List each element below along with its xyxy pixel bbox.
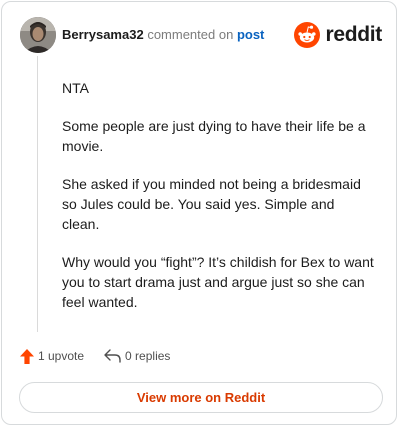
comment-header: Berrysama32 commented on post reddit bbox=[20, 17, 382, 53]
reddit-snoo-icon bbox=[294, 22, 321, 48]
comment-paragraph: Some people are just dying to have their… bbox=[62, 118, 366, 154]
reply-arrow-icon bbox=[104, 349, 121, 363]
user-avatar-icon bbox=[20, 17, 56, 53]
comment-footer: 1 upvote 0 replies bbox=[20, 346, 170, 366]
reddit-wordmark: reddit bbox=[325, 23, 382, 46]
comment-body: NTA Some people are just dying to have t… bbox=[62, 78, 374, 330]
action-text: commented on bbox=[147, 27, 234, 42]
upvote-button[interactable]: 1 upvote bbox=[20, 348, 85, 364]
reply-button[interactable]: 0 replies bbox=[104, 349, 170, 363]
reply-count: 0 replies bbox=[125, 349, 171, 363]
author-name[interactable]: Berrysama32 bbox=[62, 27, 144, 42]
view-more-button[interactable]: View more on Reddit bbox=[19, 382, 383, 413]
post-link[interactable]: post bbox=[237, 27, 264, 42]
comment-paragraph: NTA bbox=[62, 80, 89, 96]
comment-paragraph: She asked if you minded not being a brid… bbox=[62, 176, 361, 232]
upvote-count: 1 upvote bbox=[38, 349, 85, 363]
avatar[interactable] bbox=[20, 17, 56, 53]
comment-card: Berrysama32 commented on post reddit NTA… bbox=[1, 1, 397, 425]
reddit-brand[interactable]: reddit bbox=[294, 21, 382, 49]
comment-paragraph: Why would you “fight”? It’s childish for… bbox=[62, 254, 374, 310]
comment-meta: Berrysama32 commented on post bbox=[62, 27, 264, 43]
thread-line bbox=[37, 56, 38, 332]
upvote-arrow-icon bbox=[20, 348, 34, 364]
